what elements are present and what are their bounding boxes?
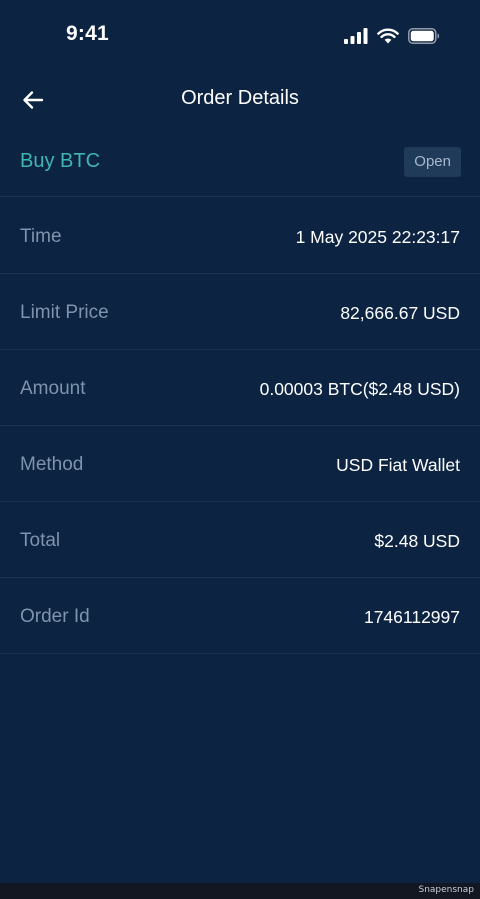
order-details-list: Time 1 May 2025 22:23:17 Limit Price 82,… (0, 198, 480, 654)
detail-row-limit-price: Limit Price 82,666.67 USD (0, 274, 480, 350)
detail-label: Amount (20, 378, 86, 399)
detail-value: 1 May 2025 22:23:17 (295, 227, 460, 247)
status-time: 9:41 (66, 22, 109, 45)
detail-label: Order Id (20, 606, 90, 627)
detail-row-time: Time 1 May 2025 22:23:17 (0, 198, 480, 274)
detail-value: 1746112997 (363, 607, 460, 627)
wifi-icon (377, 28, 399, 44)
status-icons (344, 26, 440, 46)
cellular-signal-icon (344, 28, 368, 44)
detail-value: USD Fiat Wallet (336, 455, 460, 475)
order-summary-row: Buy BTC Open (0, 125, 480, 197)
detail-value: 0.00003 BTC($2.48 USD) (259, 379, 460, 399)
detail-label: Method (20, 454, 84, 475)
order-type: Buy BTC (20, 150, 101, 172)
status-bar: 9:41 (0, 0, 480, 70)
detail-row-amount: Amount 0.00003 BTC($2.48 USD) (0, 350, 480, 426)
battery-icon (408, 28, 440, 44)
detail-value: 82,666.67 USD (340, 303, 460, 323)
detail-label: Time (20, 226, 62, 247)
status-badge: Open (404, 147, 461, 177)
detail-row-order-id: Order Id 1746112997 (0, 578, 480, 654)
detail-row-method: Method USD Fiat Wallet (0, 426, 480, 502)
detail-label: Limit Price (20, 302, 109, 323)
detail-value: $2.48 USD (374, 531, 460, 551)
order-details-screen: 9:41 Order Details Buy BTC Open Time 1 M… (0, 0, 480, 883)
header: Order Details (0, 75, 480, 125)
watermark: Snapensnap (418, 885, 474, 895)
footer-strip: Snapensnap (0, 883, 480, 899)
detail-label: Total (20, 530, 61, 551)
detail-row-total: Total $2.48 USD (0, 502, 480, 578)
page-title: Order Details (181, 87, 299, 109)
